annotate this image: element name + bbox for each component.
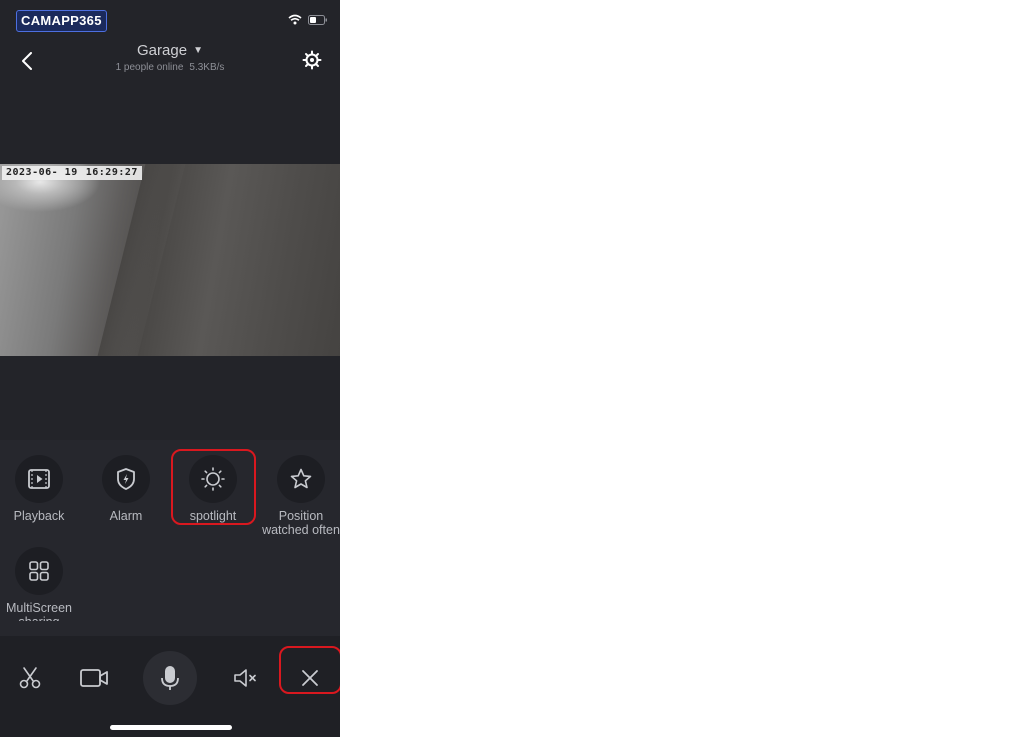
- spotlight-button[interactable]: spotlight: [171, 455, 255, 523]
- microphone-button[interactable]: [142, 650, 198, 706]
- device-title: Garage: [137, 42, 188, 59]
- connection-info: 1 people online 5.3KB/s: [70, 61, 270, 74]
- alarm-button[interactable]: Alarm: [84, 455, 168, 523]
- app-logo: CAMAPP365: [16, 10, 107, 32]
- multiscreen-sharing-label: MultiScreen sharing: [6, 601, 72, 621]
- live-video-feed[interactable]: 2023-06- 19 16:29:27: [0, 164, 340, 356]
- phone-screen: CAMAPP365 Garage ▼ 1 people online 5.3KB…: [0, 0, 340, 737]
- multiscreen-grid-icon: [29, 561, 49, 581]
- alarm-shield-icon: [117, 468, 135, 490]
- bottom-toolbar: [0, 636, 340, 737]
- spotlight-sun-icon: [201, 467, 225, 491]
- playback-icon: [28, 469, 50, 489]
- position-watched-often-label: Position watched often: [262, 509, 340, 537]
- settings-button[interactable]: [300, 48, 324, 72]
- timestamp-time: 16:29:27: [85, 167, 138, 178]
- back-arrow-icon: [22, 52, 32, 70]
- dropdown-caret-icon: ▼: [193, 45, 203, 56]
- playback-button[interactable]: Playback: [0, 455, 81, 523]
- alarm-icon-circle: [102, 455, 150, 503]
- status-bar: CAMAPP365: [0, 0, 340, 36]
- data-rate: 5.3KB/s: [189, 62, 225, 73]
- multiscreen-icon-circle: [15, 547, 63, 595]
- device-selector[interactable]: Garage ▼: [137, 42, 203, 60]
- home-indicator[interactable]: [110, 725, 232, 730]
- function-panel: Playback Alarm spotlight Position watche…: [0, 440, 340, 636]
- scissors-icon: [19, 667, 41, 689]
- spotlight-label: spotlight: [189, 509, 237, 523]
- spotlight-icon-circle: [189, 455, 237, 503]
- playback-icon-circle: [15, 455, 63, 503]
- microphone-circle: [143, 651, 197, 705]
- record-video-button[interactable]: [66, 650, 122, 706]
- microphone-icon: [161, 666, 179, 690]
- video-shadow: [88, 164, 188, 356]
- wifi-icon: [288, 14, 302, 25]
- multiscreen-sharing-button[interactable]: MultiScreen sharing: [0, 547, 81, 621]
- header: Garage ▼ 1 people online 5.3KB/s: [0, 36, 340, 82]
- close-button[interactable]: [282, 650, 338, 706]
- battery-icon: [308, 14, 327, 25]
- position-icon-circle: [277, 455, 325, 503]
- star-icon: [290, 468, 312, 489]
- position-watched-often-button[interactable]: Position watched often: [259, 455, 340, 537]
- video-record-icon: [80, 669, 108, 687]
- video-timestamp: 2023-06- 19 16:29:27: [2, 166, 142, 180]
- settings-gear-icon: [302, 50, 322, 70]
- clip-button[interactable]: [2, 650, 58, 706]
- online-count: 1 people online: [115, 62, 184, 73]
- alarm-label: Alarm: [109, 509, 143, 523]
- back-button[interactable]: [14, 48, 40, 74]
- mute-speaker-icon: [234, 669, 256, 687]
- playback-label: Playback: [13, 509, 65, 523]
- timestamp-date: 2023-06- 19: [6, 167, 78, 178]
- status-icons: [288, 14, 328, 25]
- mute-button[interactable]: [218, 650, 274, 706]
- title-area: Garage ▼ 1 people online 5.3KB/s: [70, 42, 270, 74]
- close-icon: [302, 670, 318, 686]
